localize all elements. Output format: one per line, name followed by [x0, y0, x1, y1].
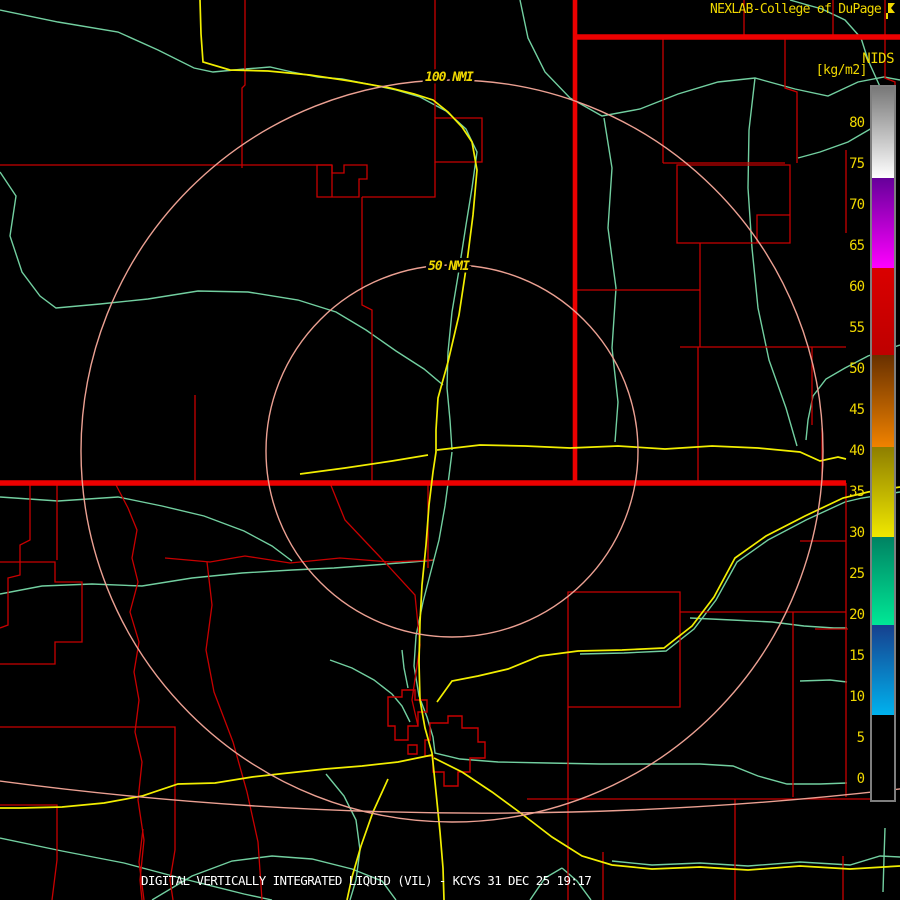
colorbar-tick: 70 — [849, 197, 865, 213]
colorbar-tick: 55 — [849, 320, 865, 336]
colorbar-tick: 30 — [849, 525, 865, 541]
range-rings-layer: 100 NMI 50 NMI — [0, 68, 900, 823]
colorbar-tick: 45 — [849, 402, 865, 418]
codupage-logo-icon — [886, 3, 895, 19]
colorbar-tick: 25 — [849, 566, 865, 582]
range-ring-100 — [80, 79, 824, 823]
colorbar — [870, 85, 896, 802]
colorbar-tick: 50 — [849, 361, 865, 377]
branding: NEXLAB-College of DuPage — [710, 2, 897, 20]
colorbar-tick: 75 — [849, 156, 865, 172]
rivers-layer — [0, 0, 900, 900]
colorbar-tick: 60 — [849, 279, 865, 295]
colorbar-units: [kg/m2] — [815, 63, 868, 78]
colorbar-tick: 10 — [849, 689, 865, 705]
colorbar-tick: 35 — [849, 484, 865, 500]
colorbar-tick: 40 — [849, 443, 865, 459]
radar-map: 100 NMI 50 NMI — [0, 0, 900, 900]
colorbar-tick: 15 — [849, 648, 865, 664]
branding-text: NEXLAB-College of DuPage — [709, 2, 882, 17]
highways-layer — [0, 0, 900, 900]
colorbar-tick: 0 — [856, 771, 865, 787]
range-ring-100-label: 100 NMI — [425, 70, 474, 85]
colorbar-title: NIDS — [862, 51, 894, 67]
range-ring-50 — [265, 264, 639, 638]
colorbar-tick: 20 — [849, 607, 865, 623]
colorbar-tick: 5 — [856, 730, 865, 746]
range-limit-arc — [0, 780, 900, 814]
radar-viewer: 100 NMI 50 NMI NEXLAB-College of DuPage … — [0, 0, 900, 900]
range-ring-50-label: 50 NMI — [428, 259, 470, 274]
colorbar-tick: 65 — [849, 238, 865, 254]
colorbar-tick: 80 — [849, 115, 865, 131]
city-boundaries — [387, 689, 486, 787]
product-caption: DIGITAL VERTICALLY INTEGRATED LIQUID (VI… — [141, 873, 592, 888]
